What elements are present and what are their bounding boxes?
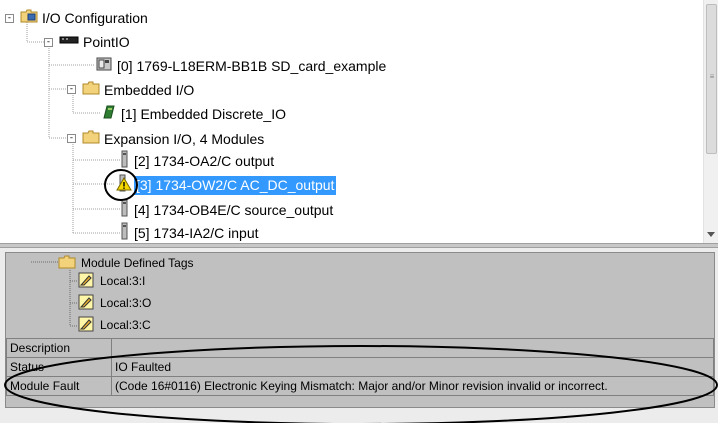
- tag-item-local-3-o[interactable]: Local:3:O: [78, 294, 151, 312]
- tree-item-label: [3] 1734-OW2/C AC_DC_output: [134, 175, 337, 195]
- tag-label: Local:3:I: [100, 274, 146, 288]
- module-defined-tags-label: Module Defined Tags: [81, 256, 194, 270]
- controller-icon: [95, 56, 113, 77]
- property-row-description: Description: [6, 338, 714, 358]
- tree-item-module-3-faulted[interactable]: [3] 1734-OW2/C AC_DC_output: [116, 174, 337, 197]
- tree-vertical-scrollbar[interactable]: ≡: [703, 0, 718, 243]
- warning-icon: [116, 174, 132, 197]
- tree-item-pointio[interactable]: PointIO: [59, 31, 132, 53]
- io-module-icon: [120, 222, 130, 245]
- folder-icon: [82, 80, 100, 101]
- tag-label: Local:3:C: [100, 318, 151, 332]
- tag-label: Local:3:O: [100, 296, 152, 310]
- tree-item-module-4[interactable]: [4] 1734-OB4E/C source_output: [120, 199, 335, 221]
- tag-item-local-3-c[interactable]: Local:3:C: [78, 316, 151, 334]
- io-module-icon: [120, 199, 130, 222]
- scroll-down-arrow-icon[interactable]: [707, 232, 715, 237]
- tree-item-module-2[interactable]: [2] 1734-OA2/C output: [120, 150, 276, 172]
- tree-item-embedded-discrete-io[interactable]: [1] Embedded Discrete_IO: [101, 103, 288, 125]
- property-value: [111, 338, 714, 358]
- tree-item-label: [1] Embedded Discrete_IO: [121, 105, 286, 122]
- io-module-icon: [120, 150, 130, 173]
- tree-item-label: [5] 1734-IA2/C input: [134, 224, 259, 241]
- tree-item-label: [2] 1734-OA2/C output: [134, 152, 275, 169]
- property-key: Status: [6, 357, 112, 377]
- tree-item-label: I/O Configuration: [42, 9, 148, 26]
- module-properties-table: Description Status IO Faulted Module Fau…: [6, 338, 714, 396]
- module-defined-tags-node[interactable]: Module Defined Tags: [58, 254, 194, 272]
- tree-item-module-5[interactable]: [5] 1734-IA2/C input: [120, 222, 261, 244]
- tag-pencil-icon: [78, 272, 94, 291]
- tree-item-io-configuration[interactable]: I/O Configuration: [20, 7, 150, 29]
- property-row-status: Status IO Faulted: [6, 357, 714, 377]
- details-pane: Module Defined Tags Local:3:I Local:3:O: [0, 248, 718, 423]
- property-value: (Code 16#0116) Electronic Keying Mismatc…: [111, 376, 714, 396]
- property-key: Description: [6, 338, 112, 358]
- grip-icon: ≡: [709, 72, 715, 81]
- tree-item-label: [0] 1769-L18ERM-BB1B SD_card_example: [117, 57, 387, 74]
- tree-item-label: Embedded I/O: [104, 81, 195, 98]
- folder-icon: [58, 255, 76, 272]
- tree-item-embedded-io[interactable]: Embedded I/O: [82, 79, 196, 101]
- tree-item-expansion-io[interactable]: Expansion I/O, 4 Modules: [82, 128, 266, 150]
- folder-icon: [82, 129, 100, 150]
- module-properties-panel: Module Defined Tags Local:3:I Local:3:O: [5, 252, 715, 408]
- tree-item-label: PointIO: [83, 33, 130, 50]
- tag-item-local-3-i[interactable]: Local:3:I: [78, 272, 145, 290]
- pointio-network-icon: [59, 33, 79, 52]
- expander-expansion-io[interactable]: -: [67, 134, 76, 143]
- property-row-module-fault: Module Fault (Code 16#0116) Electronic K…: [6, 376, 714, 396]
- tree-item-controller[interactable]: [0] 1769-L18ERM-BB1B SD_card_example: [95, 55, 388, 77]
- property-value: IO Faulted: [111, 357, 714, 377]
- scrollbar-thumb[interactable]: ≡: [706, 4, 717, 154]
- tag-pencil-icon: [78, 316, 94, 335]
- controller-organizer-tree: - - - - I/O Configuration PointIO [0] 17…: [0, 0, 718, 243]
- tag-pencil-icon: [78, 294, 94, 313]
- tree-item-label: Expansion I/O, 4 Modules: [104, 130, 265, 147]
- tree-item-label: [4] 1734-OB4E/C source_output: [134, 201, 334, 218]
- discrete-io-module-icon: [101, 104, 117, 125]
- io-configuration-folder-icon: [20, 8, 38, 29]
- expander-io-configuration[interactable]: -: [5, 14, 14, 23]
- property-key: Module Fault: [6, 376, 112, 396]
- expander-embedded-io[interactable]: -: [67, 85, 76, 94]
- expander-pointio[interactable]: -: [44, 38, 53, 47]
